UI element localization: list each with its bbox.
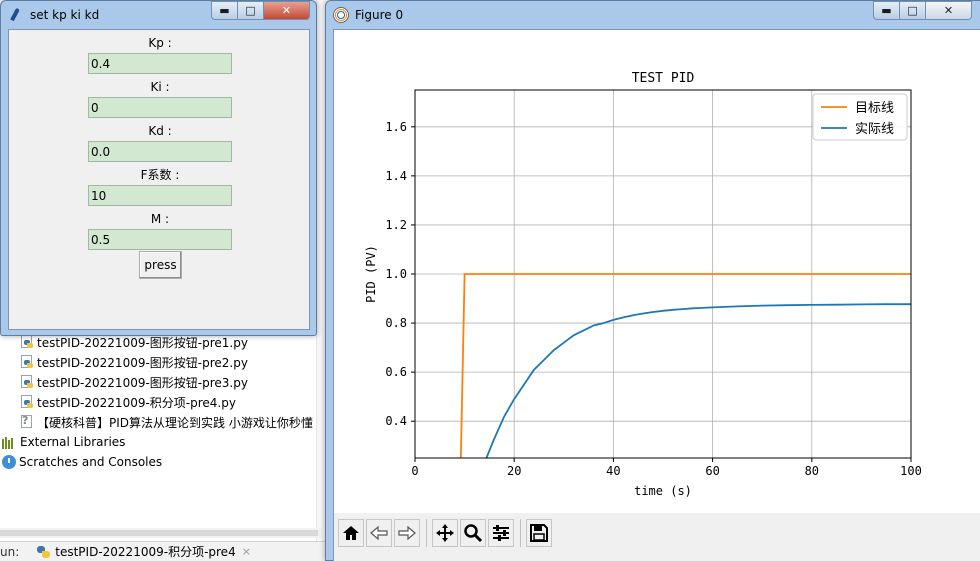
forward-icon [398,525,416,541]
python-file-icon [20,335,34,349]
back-icon [370,525,388,541]
project-file-item[interactable]: testPID-20221009-图形按钮-pre2.py [20,352,342,372]
scratches-label: Scratches and Consoles [19,455,163,469]
maximize-icon: □ [907,4,918,17]
tk-dialog-window: set kp ki kd ▬ □ ✕ Kp : Ki : Kd : F系数 : … [0,0,317,336]
series-line-0 [459,273,911,458]
x-tick-label: 60 [705,464,719,478]
x-tick-label: 0 [411,464,418,478]
chart-title: TEST PID [632,71,695,86]
project-file-label: testPID-20221009-图形按钮-pre3.py [37,375,248,390]
x-tick-label: 100 [900,464,922,478]
run-tab[interactable]: testPID-20221009-积分项-pre4 × [37,543,251,560]
python-file-icon [20,375,34,389]
project-file-label: 【硬核科普】PID算法从理论到实践 小游戏让你秒懂 [37,415,313,430]
y-tick-label: 0.8 [385,316,407,330]
kd-input[interactable] [88,141,232,162]
kp-input[interactable] [88,53,232,74]
tk-form: Kp : Ki : Kd : F系数 : M : press [8,29,310,330]
back-button[interactable] [366,519,392,547]
legend-label-0: 目标线 [855,101,894,116]
pid-chart[interactable]: 0 20 40 60 80 100 0.4 0.6 0.8 1.0 1.2 1.4 1.6 TEST PI… [334,30,980,513]
python-file-icon [20,395,34,409]
y-tick-label: 0.6 [385,365,407,379]
matplotlib-icon [333,6,349,23]
f-coefficient-input[interactable] [88,185,232,206]
horizontal-scrollbar[interactable] [0,528,322,538]
forward-button[interactable] [394,519,420,547]
close-button[interactable]: ✕ [926,1,972,20]
library-icon [2,435,16,449]
figure-titlebar[interactable]: Figure 0 ▬ □ ✕ [326,1,980,28]
project-file-label: testPID-20221009-图形按钮-pre1.py [37,335,248,350]
tk-titlebar[interactable]: set kp ki kd ▬ □ ✕ [1,1,316,28]
subplots-button[interactable] [488,519,514,547]
ki-input[interactable] [88,97,232,118]
save-icon [530,524,548,542]
run-tool-bar: un: testPID-20221009-积分项-pre4 × [0,541,330,561]
zoom-icon [464,524,483,543]
close-icon: ✕ [281,4,292,17]
m-input[interactable] [88,229,232,250]
figure-window: Figure 0 ▬ □ ✕ 0 20 40 60 80 100 0.4 0.6 0.8 1.0 1… [325,0,980,561]
scratches-icon [2,455,16,469]
y-tick-label: 1.4 [385,169,407,183]
press-button[interactable]: press [139,251,182,279]
minimize-button[interactable]: ▬ [211,1,238,20]
project-file-item[interactable]: testPID-20221009-图形按钮-pre3.py [20,372,342,392]
x-axis-label: time (s) [634,484,692,498]
minimize-icon: ▬ [219,4,230,17]
close-icon: ✕ [943,4,954,17]
run-label: un: [0,544,20,559]
kd-label: Kd : [148,124,172,138]
run-tab-label: testPID-20221009-积分项-pre4 [55,545,236,559]
pan-icon [436,524,454,542]
minimize-button[interactable]: ▬ [873,1,900,20]
y-tick-label: 1.0 [385,267,407,281]
y-tick-label: 1.2 [385,218,407,232]
f-coefficient-label: F系数 : [140,168,180,182]
external-libraries-label: External Libraries [20,435,126,449]
project-file-label: testPID-20221009-积分项-pre4.py [37,395,236,410]
scrollbar-thumb[interactable] [0,530,318,536]
minimize-icon: ▬ [881,4,892,17]
figure-toolbar [334,513,980,561]
python-icon [37,545,51,559]
maximize-icon: □ [245,4,256,17]
x-tick-label: 20 [507,464,521,478]
zoom-button[interactable] [460,519,486,547]
close-button[interactable]: ✕ [264,1,310,20]
project-file-label: testPID-20221009-图形按钮-pre2.py [37,355,248,370]
scratches-item[interactable]: Scratches and Consoles [2,452,324,472]
figure-canvas-area: 0 20 40 60 80 100 0.4 0.6 0.8 1.0 1.2 1.4 1.6 TEST PI… [333,29,980,561]
figure-window-title: Figure 0 [355,7,404,22]
project-file-item[interactable]: testPID-20221009-积分项-pre4.py [20,392,342,412]
y-tick-label: 0.4 [385,414,407,428]
tk-window-title: set kp ki kd [30,7,100,22]
external-libraries-item[interactable]: External Libraries [2,432,324,452]
maximize-button[interactable]: □ [238,1,264,20]
pan-button[interactable] [432,519,458,547]
kp-label: Kp : [148,36,172,50]
feather-icon [8,7,24,23]
home-button[interactable] [338,519,364,547]
project-file-item[interactable]: ? 【硬核科普】PID算法从理论到实践 小游戏让你秒懂 [20,412,342,432]
project-tree: testPID-20221009-图形按钮-pre1.py testPID-20… [0,332,322,477]
x-tick-label: 80 [805,464,819,478]
save-button[interactable] [526,519,552,547]
y-tick-label: 1.6 [385,120,407,134]
unknown-file-icon: ? [20,414,34,429]
python-file-icon [20,355,34,369]
maximize-button[interactable]: □ [900,1,926,20]
m-label: M : [150,212,170,226]
series-line-1 [485,303,911,458]
home-icon [343,526,359,540]
legend-label-1: 实际线 [855,122,894,137]
x-tick-label: 40 [606,464,620,478]
run-tab-close-icon[interactable]: × [242,545,251,558]
subplots-icon [493,525,509,541]
ki-label: Ki : [150,80,170,94]
y-axis-label: PID (PV) [364,245,378,303]
